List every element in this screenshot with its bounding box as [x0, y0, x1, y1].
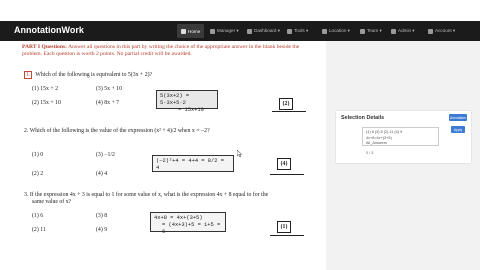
mouse-cursor-icon [237, 150, 243, 157]
answer-box-2[interactable]: (4) [277, 158, 291, 170]
home-icon [181, 28, 186, 34]
brand-logo[interactable]: AnnotationWork [14, 25, 84, 35]
choice-3-2[interactable]: (2) 11 [32, 227, 46, 233]
nav-item-team[interactable]: Team ▾ [356, 24, 386, 38]
card-title: Selection Details [341, 115, 385, 121]
manager-icon [210, 28, 215, 34]
work-box-2[interactable]: (−2)²+4 = 4+4 = 8/2 = 4 [152, 155, 234, 172]
side-panel: Selection Details Annotation [326, 41, 480, 270]
answer-box-1[interactable]: (2) [279, 98, 293, 110]
account-icon [428, 28, 433, 34]
work-box-1[interactable]: 5(3x+2) = 5·3x+5·2 = 15x+10 [156, 90, 218, 113]
selection-text-field[interactable]: (1) 6 (3) 8 (2) 11 (4) 9 4x+8=4x+(3+5) A… [362, 127, 439, 146]
choice-2-1[interactable]: (1) 0 [32, 152, 43, 158]
choice-2-2[interactable]: (2) 2 [32, 171, 43, 177]
selection-count: 0 / 3 [366, 151, 374, 155]
answer-box-3[interactable]: (1) [277, 221, 291, 233]
question-number: 2. [24, 128, 29, 134]
nav-label: Admin ▾ [398, 28, 415, 33]
top-navbar: AnnotationWork Home Manager ▾ Dashboard … [0, 21, 480, 41]
question-text: Which of the following is the value of t… [29, 128, 210, 134]
work-line: 4x+8 = 4x+(3+5) [154, 215, 203, 221]
choice-2-4[interactable]: (4) 4 [96, 171, 107, 177]
tools-icon [287, 28, 292, 34]
answer-blank [272, 111, 306, 112]
nav-label: Account ▾ [435, 28, 456, 33]
nav-label: Manager ▾ [217, 28, 239, 33]
instructions: PART I Questions: Answer all questions i… [22, 44, 306, 58]
nav-label: Tools ▾ [294, 28, 309, 33]
question-text: If the expression 4x + 3 is equal to 1 f… [29, 192, 269, 198]
nav-label: Home [188, 28, 201, 34]
nav-item-admin[interactable]: Admin ▾ [387, 24, 419, 38]
document-viewer: PART I Questions: Answer all questions i… [0, 41, 326, 270]
nav-item-location[interactable]: Location ▾ [318, 24, 354, 38]
work-box-3[interactable]: 4x+8 = 4x+(3+5) = (4x+3)+5 = 1+5 = 6 [150, 212, 226, 235]
choice-3-4[interactable]: (4) 9 [96, 227, 107, 233]
work-line: (−2)²+4 = 4+4 = 8/2 = 4 [156, 158, 224, 171]
choice-2-3[interactable]: (3) −1/2 [96, 152, 115, 158]
admin-icon [391, 28, 396, 34]
question-text: Which of the following is equivalent to … [35, 72, 153, 78]
choice-3-1[interactable]: (1) 6 [32, 213, 43, 219]
location-icon [322, 28, 327, 34]
choice-1-3[interactable]: (3) 5x + 10 [96, 86, 122, 92]
question-number: 1. [24, 71, 33, 79]
nav-item-account[interactable]: Account ▾ [424, 24, 459, 38]
field-line: All_Answers [366, 141, 387, 145]
answer-blank [270, 174, 304, 175]
question-2[interactable]: 2. Which of the following is the value o… [24, 128, 210, 134]
nav-label: Dashboard ▾ [254, 28, 281, 33]
team-icon [360, 28, 365, 34]
answer-blank [270, 235, 304, 236]
nav-item-tools[interactable]: Tools ▾ [283, 24, 312, 38]
choice-1-1[interactable]: (1) 15x + 2 [32, 86, 58, 92]
annotation-button[interactable]: Annotation [449, 114, 467, 121]
dashboard-icon [247, 28, 252, 34]
choice-1-2[interactable]: (2) 15x + 10 [32, 100, 61, 106]
question-3-continued: same value of x? [32, 199, 72, 205]
apply-button[interactable]: Apply [451, 126, 465, 133]
nav-item-dashboard[interactable]: Dashboard ▾ [243, 24, 284, 38]
question-1[interactable]: 1. Which of the following is equivalent t… [24, 71, 152, 79]
nav-item-manager[interactable]: Manager ▾ [206, 24, 243, 38]
work-line: 5(3x+2) = 5·3x+5·2 [160, 93, 190, 106]
choice-3-3[interactable]: (3) 8 [96, 213, 107, 219]
question-3[interactable]: 3. If the expression 4x + 3 is equal to … [24, 192, 268, 198]
nav-label: Location ▾ [329, 28, 350, 33]
question-number: 3. [24, 192, 29, 198]
part-heading: PART I Questions: [22, 44, 67, 50]
choice-1-4[interactable]: (4) 8x + 7 [96, 100, 119, 106]
nav-label: Team ▾ [367, 28, 382, 33]
work-line: = 15x+10 [178, 107, 204, 113]
nav-item-home[interactable]: Home [177, 24, 205, 38]
work-line: = (4x+3)+5 = 1+5 = 6 [162, 222, 221, 235]
